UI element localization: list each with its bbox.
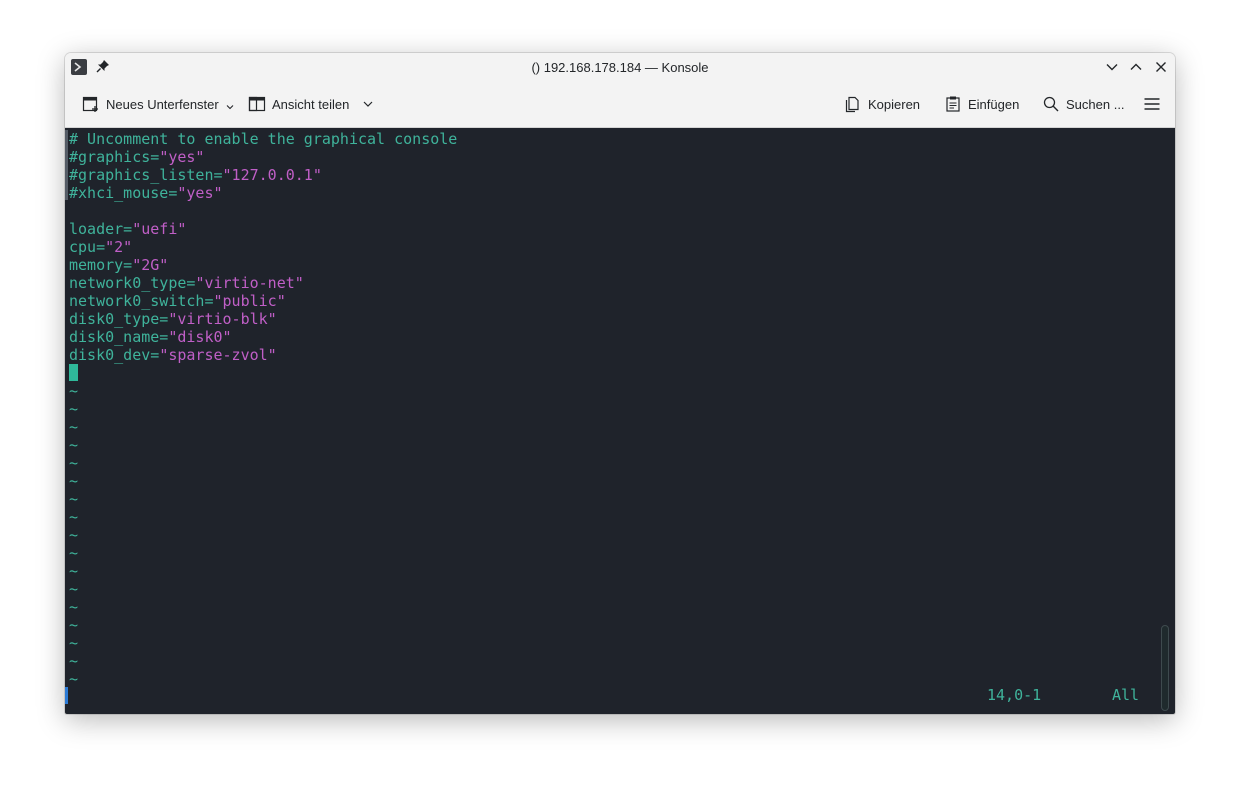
close-icon[interactable]: [1154, 60, 1168, 74]
split-view-label: Ansicht teilen: [272, 97, 350, 112]
empty-line-tilde: ~: [69, 382, 79, 400]
config-value: "public": [213, 292, 286, 310]
title-bar[interactable]: () 192.168.178.184 — Konsole: [65, 53, 1175, 81]
config-key: #xhci_mouse=: [69, 184, 178, 202]
config-key: disk0_type=: [69, 310, 169, 328]
terminal-view[interactable]: # Uncomment to enable the graphical cons…: [65, 128, 1175, 714]
empty-line-tilde: ~: [69, 580, 79, 598]
config-key: network0_type=: [69, 274, 196, 292]
hamburger-menu-icon: [1144, 98, 1160, 110]
empty-line-tilde: ~: [69, 652, 79, 670]
chevron-down-icon: [226, 105, 234, 110]
config-key: loader=: [69, 220, 133, 238]
search-label: Suchen ...: [1066, 97, 1125, 112]
empty-line-tilde: ~: [69, 544, 79, 562]
toolbar: Neues Unterfenster Ansicht teilen Kopier…: [65, 81, 1175, 128]
empty-line-tilde: ~: [69, 598, 79, 616]
config-key: disk0_dev=: [69, 346, 160, 364]
config-key: disk0_name=: [69, 328, 169, 346]
maximize-icon[interactable]: [1129, 60, 1143, 74]
minimize-icon[interactable]: [1105, 60, 1119, 74]
search-button[interactable]: Suchen ...: [1042, 95, 1128, 113]
empty-line-tilde: ~: [69, 454, 79, 472]
config-value: "virtio-net": [195, 274, 304, 292]
copy-label: Kopieren: [868, 97, 921, 112]
empty-line-tilde: ~: [69, 418, 79, 436]
terminal-line: disk0_dev="sparse-zvol": [69, 346, 277, 364]
copy-button[interactable]: Kopieren: [844, 95, 930, 113]
paste-button[interactable]: Einfügen: [944, 95, 1030, 113]
window-title: () 192.168.178.184 — Konsole: [531, 60, 709, 75]
config-value: "sparse-zvol": [159, 346, 277, 364]
config-value: "yes": [177, 184, 223, 202]
empty-line-tilde: ~: [69, 616, 79, 634]
scrollbar[interactable]: [1161, 625, 1169, 711]
terminal-line: #xhci_mouse="yes": [69, 184, 223, 202]
left-margin-marker: [65, 130, 68, 200]
config-key: memory=: [69, 256, 133, 274]
text-cursor: [69, 364, 78, 381]
config-value: "virtio-blk": [168, 310, 277, 328]
split-view-button[interactable]: Ansicht teilen: [248, 95, 378, 113]
chevron-down-icon: [363, 101, 373, 107]
empty-line-tilde: ~: [69, 436, 79, 454]
konsole-window: () 192.168.178.184 — Konsole Neues Unter…: [65, 53, 1175, 714]
empty-line-tilde: ~: [69, 508, 79, 526]
config-value: "127.0.0.1": [222, 166, 322, 184]
cursor-position: 14,0-1: [987, 686, 1042, 704]
config-key: network0_switch=: [69, 292, 214, 310]
config-value: "yes": [159, 148, 205, 166]
scroll-position: All: [1112, 686, 1140, 704]
config-value: "disk0": [168, 328, 232, 346]
search-icon: [1043, 96, 1059, 112]
empty-line-tilde: ~: [69, 670, 79, 688]
new-split-label: Neues Unterfenster: [106, 97, 219, 112]
new-split-button[interactable]: Neues Unterfenster: [82, 95, 234, 113]
config-value: "2": [105, 238, 133, 256]
command-marker: [65, 687, 68, 704]
config-value: "uefi": [132, 220, 187, 238]
config-key: #graphics_listen=: [69, 166, 223, 184]
comment-text: # Uncomment to enable the graphical cons…: [69, 130, 458, 148]
terminal-line: #graphics_listen="127.0.0.1": [69, 166, 322, 184]
terminal-line: network0_switch="public": [69, 292, 286, 310]
split-view-icon: [248, 96, 266, 112]
config-value: "2G": [132, 256, 169, 274]
terminal-line: #graphics="yes": [69, 148, 204, 166]
terminal-line: disk0_name="disk0": [69, 328, 232, 346]
terminal-line: # Uncomment to enable the graphical cons…: [69, 130, 457, 148]
empty-line-tilde: ~: [69, 490, 79, 508]
config-key: #graphics=: [69, 148, 160, 166]
empty-line-tilde: ~: [69, 400, 79, 418]
empty-line-tilde: ~: [69, 526, 79, 544]
paste-icon: [946, 96, 960, 112]
terminal-line: disk0_type="virtio-blk": [69, 310, 277, 328]
hamburger-menu-button[interactable]: [1143, 95, 1161, 113]
empty-line-tilde: ~: [69, 634, 79, 652]
empty-line-tilde: ~: [69, 562, 79, 580]
copy-icon: [845, 96, 859, 113]
new-tab-icon: [82, 96, 98, 112]
terminal-line: memory="2G": [69, 256, 168, 274]
terminal-line: network0_type="virtio-net": [69, 274, 304, 292]
terminal-line: cpu="2": [69, 238, 132, 256]
empty-line-tilde: ~: [69, 472, 79, 490]
paste-label: Einfügen: [968, 97, 1020, 112]
terminal-line: loader="uefi": [69, 220, 186, 238]
config-key: cpu=: [69, 238, 106, 256]
